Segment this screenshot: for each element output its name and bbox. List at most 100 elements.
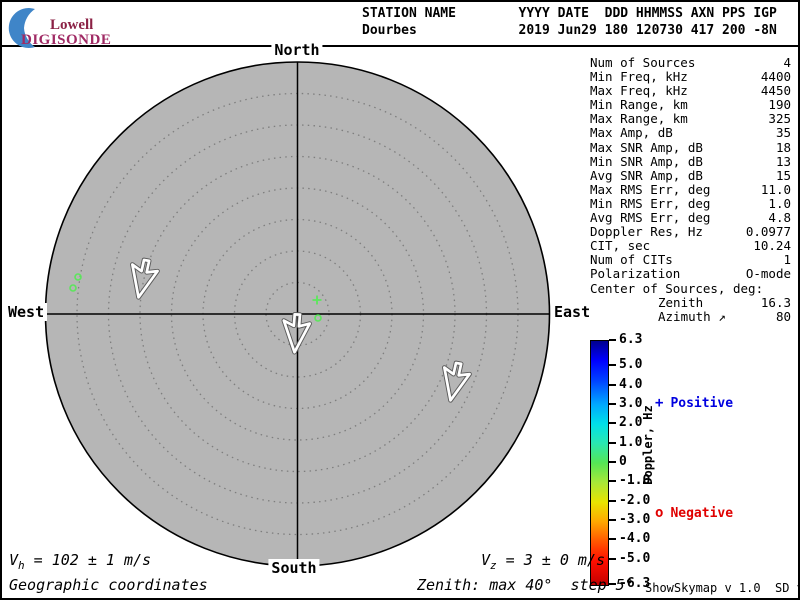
param-row: Polarization O-mode xyxy=(590,267,791,281)
param-label: Num of CITs xyxy=(590,252,673,268)
param-row: Zenith 16.3 xyxy=(590,294,791,310)
param-row: Max RMS Err, deg 11.0 xyxy=(590,181,791,197)
parameter-panel: Num of Sources 4 Min Freq, kHz 4400 Max Freq… xyxy=(590,55,791,324)
param-row: Min SNR Amp, dB 13 xyxy=(590,153,791,169)
vz-symbol: V xyxy=(481,551,491,569)
param-value: 4400 xyxy=(760,69,791,85)
colorbar-tick xyxy=(609,538,616,541)
param-row: Doppler Res, Hz 0.0977 xyxy=(590,225,791,239)
compass-label-west: West xyxy=(5,303,48,321)
colorbar-tick-label: 1.0 xyxy=(619,434,643,450)
param-value: 80 xyxy=(775,308,791,324)
colorbar-axis-label: Doppler, Hz xyxy=(641,405,655,485)
param-label: Max Range, km xyxy=(590,111,688,127)
colorbar-tick xyxy=(609,480,616,483)
param-value: 35 xyxy=(775,125,791,141)
param-row: Azimuth ↗ 80 xyxy=(590,308,791,324)
param-value: 15 xyxy=(775,167,791,183)
param-label: Zenith xyxy=(658,294,704,310)
vertical-velocity-readout: Vz = 3 ± 0 m/s xyxy=(481,551,605,572)
legend-positive: + Positive xyxy=(655,395,733,411)
colorbar-tick-label: -5.0 xyxy=(619,550,651,566)
vh-symbol: V xyxy=(9,551,19,569)
vz-value: = 3 ± 0 m/s xyxy=(496,551,606,569)
colorbar-tick-label: -4.0 xyxy=(619,531,651,547)
param-row: Center of Sources, deg: xyxy=(590,280,791,296)
colorbar-tick-label: 0 xyxy=(619,454,627,469)
param-value: 10.24 xyxy=(753,238,791,254)
param-row: Max Range, km 325 xyxy=(590,112,791,126)
param-label: CIT, sec xyxy=(590,238,651,254)
coordinate-system-label: Geographic coordinates xyxy=(9,576,208,594)
param-label: Max Amp, dB xyxy=(590,125,673,141)
colorbar-tick xyxy=(609,339,616,341)
plus-marker-icon: + xyxy=(655,395,664,411)
param-value: 325 xyxy=(768,111,791,127)
vh-subscript: h xyxy=(18,559,25,572)
colorbar-tick-label: 6.3 xyxy=(619,332,643,347)
colorbar-tick xyxy=(609,383,616,386)
param-row: Num of Sources 4 xyxy=(590,55,791,70)
azimuth-direction-icon: ↗ xyxy=(710,308,726,324)
legend-negative: o Negative xyxy=(655,505,733,521)
colorbar-tick-label: -2.0 xyxy=(619,492,651,508)
zenith-range-note: Zenith: max 40° step 5° xyxy=(417,576,634,594)
param-row: Max SNR Amp, dB 18 xyxy=(590,139,791,155)
param-value: 4.8 xyxy=(768,210,791,226)
param-label: Center of Sources, deg: xyxy=(590,280,764,296)
param-row: Min RMS Err, deg 1.0 xyxy=(590,195,791,211)
lowell-digisonde-logo: Lowell DIGISONDE xyxy=(6,4,156,49)
software-version-label: ShowSkymap v 1.0 SD v 5.1 xyxy=(645,581,800,595)
param-value: 190 xyxy=(768,97,791,113)
param-row: Min Range, km 190 xyxy=(590,98,791,112)
param-value: 4450 xyxy=(760,83,791,99)
colorbar-tick xyxy=(609,364,616,367)
compass-label-north: North xyxy=(271,41,323,59)
param-label: Min SNR Amp, dB xyxy=(590,153,703,169)
colorbar-tick-label: 5.0 xyxy=(619,357,643,373)
param-row: Avg SNR Amp, dB 15 xyxy=(590,167,791,183)
circle-marker-icon: o xyxy=(655,505,664,521)
colorbar-tick-label: 3.0 xyxy=(619,395,643,411)
param-label: Max Freq, kHz xyxy=(590,83,688,99)
param-label: Max RMS Err, deg xyxy=(590,181,711,197)
colorbar-tick xyxy=(609,557,616,560)
compass-label-east: East xyxy=(551,303,594,321)
param-value: 4 xyxy=(783,55,791,70)
colorbar-tick xyxy=(609,499,616,502)
param-row: Min Freq, kHz 4400 xyxy=(590,69,791,85)
vz-subscript: z xyxy=(490,559,497,572)
param-label: Doppler Res, Hz xyxy=(590,224,703,240)
header-station-values: Dourbes 2019 Jun29 180 120730 417 200 -8… xyxy=(362,23,777,38)
colorbar-tick xyxy=(609,519,616,522)
colorbar-tick xyxy=(609,441,616,444)
colorbar-tick-label: 4.0 xyxy=(619,376,643,392)
param-label: Min Range, km xyxy=(590,97,688,113)
param-value: O-mode xyxy=(745,266,791,282)
param-label: Min RMS Err, deg xyxy=(590,195,711,211)
param-value: 18 xyxy=(775,139,791,155)
colorbar-tick xyxy=(609,422,616,425)
legend-positive-label: Positive xyxy=(670,396,734,411)
param-label: Max SNR Amp, dB xyxy=(590,139,703,155)
param-row: CIT, sec 10.24 xyxy=(590,239,791,253)
param-row: Max Freq, kHz 4450 xyxy=(590,84,791,98)
vh-value: = 102 ± 1 m/s xyxy=(24,551,152,569)
header-column-titles: STATION NAME YYYY DATE DDD HHMMSS AXN PP… xyxy=(362,6,777,21)
param-label: Num of Sources xyxy=(590,55,696,70)
logo-digisonde-text: DIGISONDE xyxy=(21,32,112,48)
colorbar-tick-label: 2.0 xyxy=(619,415,643,431)
param-label: Polarization xyxy=(590,266,681,282)
colorbar-tick-label: -3.0 xyxy=(619,512,651,528)
param-value: 11.0 xyxy=(760,181,791,197)
colorbar-tick xyxy=(609,461,616,463)
param-label: Min Freq, kHz xyxy=(590,69,688,85)
colorbar-tick xyxy=(609,402,616,405)
param-value: 0.0977 xyxy=(745,224,791,240)
param-row: Num of CITs 1 xyxy=(590,253,791,267)
doppler-colorbar xyxy=(590,340,609,586)
param-value: 1 xyxy=(783,252,791,268)
param-row: Avg RMS Err, deg 4.8 xyxy=(590,210,791,226)
legend-negative-label: Negative xyxy=(670,506,734,521)
param-value: 16.3 xyxy=(760,294,791,310)
